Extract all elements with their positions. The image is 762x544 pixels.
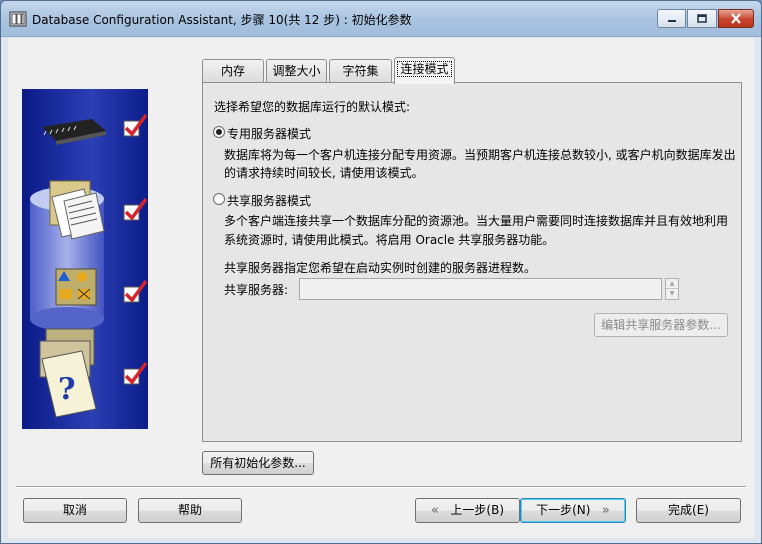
shared-server-radio[interactable] — [213, 193, 225, 205]
dialog-body: ? 内存 调整大小 字符集 连接模式 选择希望您的数据库运行的默认模式: 专用服… — [8, 38, 754, 538]
wizard-illustration: ? — [22, 89, 148, 429]
all-init-params-button[interactable]: 所有初始化参数... — [202, 451, 314, 475]
tab-memory[interactable]: 内存 — [202, 59, 264, 82]
maximize-button[interactable] — [687, 9, 717, 28]
dedicated-server-label[interactable]: 专用服务器模式 — [227, 125, 311, 142]
title-bar[interactable]: Database Configuration Assistant, 步骤 10(… — [1, 1, 761, 37]
tab-connection-mode[interactable]: 连接模式 — [394, 57, 455, 84]
dedicated-desc-line1: 数据库将为每一个客户机连接分配专用资源。当预期客户机连接总数较小, 或客户机向数… — [224, 148, 736, 162]
edit-shared-server-params-button[interactable]: 编辑共享服务器参数... — [594, 313, 728, 337]
tab-connection-mode-label: 连接模式 — [397, 61, 452, 77]
shared-servers-input[interactable] — [299, 278, 662, 300]
back-button-label: 上一步(B) — [450, 503, 505, 517]
tab-sizing[interactable]: 调整大小 — [266, 59, 327, 82]
window-title: Database Configuration Assistant, 步骤 10(… — [32, 13, 412, 27]
shared-server-label[interactable]: 共享服务器模式 — [227, 192, 311, 209]
maximize-icon — [697, 13, 707, 23]
dedicated-desc-line2: 的请求持续时间较长, 请使用该模式。 — [224, 166, 424, 180]
spin-up-icon[interactable]: ▲ — [666, 279, 678, 289]
mode-prompt: 选择希望您的数据库运行的默认模式: — [214, 100, 411, 114]
chevron-left-icon: « — [430, 503, 439, 518]
next-button[interactable]: 下一步(N) » — [520, 498, 626, 523]
database-app-icon — [9, 11, 27, 27]
minimize-icon — [667, 19, 676, 22]
shared-desc-line1: 多个客户端连接共享一个数据库分配的资源池。当大量用户需要同时连接数据库并且有效地… — [224, 214, 729, 228]
next-button-label: 下一步(N) — [536, 503, 591, 517]
minimize-button[interactable] — [657, 9, 686, 28]
help-button[interactable]: 帮助 — [138, 498, 242, 523]
close-button[interactable] — [718, 9, 754, 28]
chevron-right-icon: » — [601, 503, 610, 518]
shared-servers-spinner[interactable]: ▲ ▼ — [665, 278, 679, 300]
shapes-icon — [55, 268, 97, 306]
shared-count-desc: 共享服务器指定您希望在启动实例时创建的服务器进程数。 — [224, 261, 537, 275]
dbca-window: Database Configuration Assistant, 步骤 10(… — [0, 0, 762, 544]
footer-divider — [16, 486, 746, 488]
spin-down-icon[interactable]: ▼ — [666, 289, 678, 299]
close-icon — [731, 13, 741, 24]
finish-button[interactable]: 完成(E) — [636, 498, 741, 523]
dedicated-server-radio[interactable] — [213, 126, 225, 138]
back-button[interactable]: « 上一步(B) — [415, 498, 520, 523]
shared-servers-label: 共享服务器: — [224, 283, 289, 297]
svg-text:?: ? — [58, 372, 76, 407]
connection-mode-panel: 选择希望您的数据库运行的默认模式: 专用服务器模式 数据库将为每一个客户机连接分… — [202, 82, 742, 442]
cancel-button[interactable]: 取消 — [23, 498, 127, 523]
shared-desc-line2: 系统资源时, 请使用此模式。将启用 Oracle 共享服务器功能。 — [224, 233, 555, 247]
tab-character-set[interactable]: 字符集 — [329, 59, 392, 82]
